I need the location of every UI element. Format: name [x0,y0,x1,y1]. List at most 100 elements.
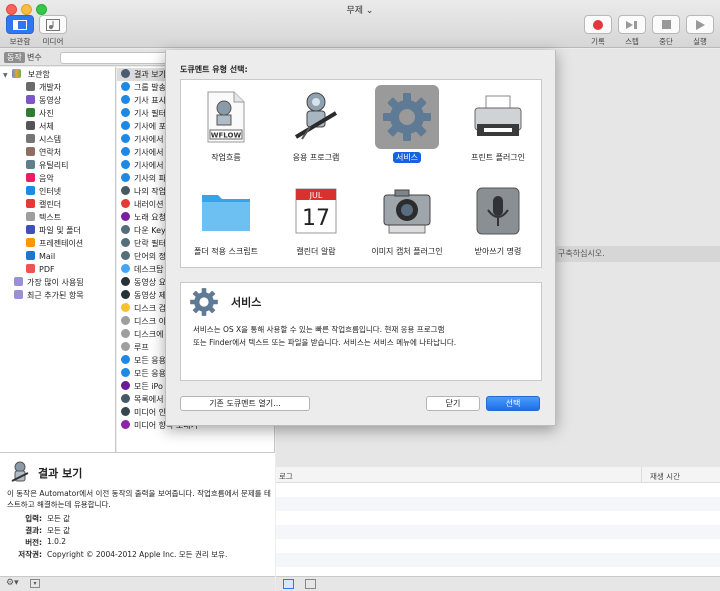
duration-column-header[interactable]: 재생 시간 [650,471,680,482]
media-button[interactable]: 미디어 [39,15,67,47]
description-field-label: 입력: [25,514,42,523]
list-view-icon[interactable] [283,579,294,589]
log-row [276,497,720,511]
library-toggle-button[interactable]: 보관함 [6,15,34,47]
library-category[interactable]: 연락처 [0,146,116,159]
action-icon [121,355,130,364]
library-category[interactable]: 동영상 [0,94,116,107]
action-label: 기사 필터 [134,109,166,118]
doc-type-image-capture-plugin[interactable]: 이미지 캡처 플러그인 [363,174,451,264]
action-label: 모든 응용 [134,369,166,378]
run-button[interactable]: 실행 [686,15,714,47]
description-field-label: 버전: [25,538,42,547]
choose-button[interactable]: 선택 [486,396,540,411]
library-category[interactable]: 음악 [0,172,116,185]
library-category[interactable]: 개발자 [0,81,116,94]
folder-icon [194,179,258,243]
action-label: 다운 Key [134,226,166,235]
doc-type-calendar-alarm[interactable]: JUL 17 캘린더 알람 [272,174,360,264]
library-category[interactable]: 프레젠테이션 [0,237,116,250]
action-icon [121,342,130,351]
close-button[interactable]: 닫기 [426,396,480,411]
split-view-icon[interactable] [305,579,316,589]
description-text: 이 동작은 Automator에서 이전 동작의 출력을 보여줍니다. 작업흐름… [7,489,271,509]
category-icon [26,173,35,182]
run-label: 실행 [693,37,707,46]
media-label: 미디어 [42,37,64,46]
library-category[interactable]: Mail [0,250,116,263]
record-button[interactable]: 기록 [584,15,612,47]
camera-icon [375,179,439,243]
step-label: 스텝 [625,37,639,46]
document-type-grid: WFLOW 작업흐름 응용 프로그램 서비스 프린트 플러그인 폴더 적용 스크… [180,79,542,268]
category-icon [26,147,35,156]
description-field-value: 모든 값 [47,526,71,535]
library-category[interactable]: 텍스트 [0,211,116,224]
doc-type-folder-action[interactable]: 폴더 적용 스크립트 [182,174,270,264]
calendar-day: 17 [302,206,330,231]
category-label: 개발자 [39,83,62,92]
doc-type-service[interactable]: 서비스 [363,80,451,170]
action-icon [121,381,130,390]
description-field-label: 결과: [25,526,42,535]
library-category[interactable]: 파일 및 폴더 [0,224,116,237]
wflow-tag: WFLOW [211,132,242,140]
actions-tab[interactable]: 동작 [4,52,25,63]
microphone-icon [466,179,530,243]
toggle-description-icon[interactable]: ▾ [30,579,40,588]
library-category[interactable]: PDF [0,263,116,276]
smart-group[interactable]: 가장 많이 사용됨 [0,276,116,289]
library-category[interactable]: 유틸리티 [0,159,116,172]
smart-group[interactable]: 최근 추가된 항목 [0,289,116,302]
stop-label: 중단 [659,37,673,46]
log-column-header[interactable]: 로그 [279,471,293,482]
action-icon [121,69,130,78]
service-gear-icon [189,287,219,317]
gear-icon[interactable]: ⚙▾ [6,578,19,588]
printer-icon [466,85,530,149]
window-title[interactable]: 무제 ⌄ [0,3,720,16]
detail-title: 서비스 [231,296,262,309]
action-label: 모든 iPo [134,382,163,391]
description-field-value: Copyright © 2004-2012 Apple Inc. 모든 권리 보… [47,550,228,559]
record-icon [584,15,612,34]
step-button[interactable]: 스텝 [618,15,646,47]
action-icon [121,316,130,325]
library-category[interactable]: 시스템 [0,133,116,146]
library-root[interactable]: ▼ 보관함 [0,68,116,81]
action-label: 기사에서 [134,161,164,170]
smart-group-label: 최근 추가된 항목 [27,291,84,300]
category-label: 음악 [39,174,54,183]
detail-text-line-2: 또는 Finder에서 텍스트 또는 파일을 받습니다. 서비스는 서비스 메뉴… [193,338,457,347]
doc-type-print-plugin[interactable]: 프린트 플러그인 [454,80,542,170]
step-icon [618,15,646,34]
log-row [276,553,720,567]
library-category[interactable]: 인터넷 [0,185,116,198]
action-label: 루프 [134,343,149,352]
action-icon [121,277,130,286]
workflow-hint: 구축하십시오. [552,246,720,262]
doc-type-name: 프린트 플러그인 [470,153,526,162]
category-label: 사진 [39,109,54,118]
stop-button[interactable]: 중단 [652,15,680,47]
action-icon [121,407,130,416]
category-label: 프레젠테이션 [39,239,84,248]
doc-type-name: 받아쓰기 명령 [474,247,522,256]
action-label: 기사에서 [134,135,164,144]
doc-type-dictation-command[interactable]: 받아쓰기 명령 [454,174,542,264]
description-field-value: 모든 값 [47,514,71,523]
variables-tab[interactable]: 변수 [24,52,45,63]
log-header: 로그 재생 시간 [276,467,720,483]
doc-type-application[interactable]: 응용 프로그램 [272,80,360,170]
library-category[interactable]: 서체 [0,120,116,133]
open-existing-document-button[interactable]: 기존 도큐멘트 열기... [180,396,310,411]
category-label: 유틸리티 [39,161,69,170]
library-category[interactable]: 사진 [0,107,116,120]
action-icon [121,147,130,156]
category-icon [26,212,35,221]
category-icon [26,160,35,169]
doc-type-workflow[interactable]: WFLOW 작업흐름 [182,80,270,170]
library-category[interactable]: 캘린더 [0,198,116,211]
smart-folder-icon [14,290,23,299]
action-icon [121,82,130,91]
